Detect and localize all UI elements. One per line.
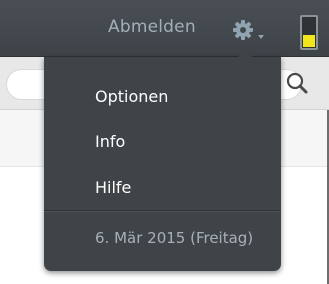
menu-item-options[interactable]: Optionen bbox=[95, 87, 168, 106]
gear-icon bbox=[233, 20, 264, 40]
current-date: 6. Mär 2015 (Freitag) bbox=[95, 229, 254, 247]
menu-caret bbox=[238, 50, 252, 57]
battery-level-fill bbox=[303, 35, 315, 47]
menu-divider bbox=[44, 210, 281, 212]
search-button[interactable] bbox=[285, 71, 309, 95]
settings-menu-button[interactable] bbox=[232, 19, 274, 45]
search-icon bbox=[286, 72, 308, 94]
battery-indicator bbox=[300, 15, 318, 50]
top-bar: Abmelden bbox=[0, 0, 329, 57]
logout-link[interactable]: Abmelden bbox=[108, 17, 196, 37]
menu-item-info[interactable]: Info bbox=[95, 132, 125, 151]
chevron-down-icon bbox=[258, 35, 264, 39]
settings-dropdown-menu: Optionen Info Hilfe 6. Mär 2015 (Freitag… bbox=[44, 50, 281, 271]
menu-item-help[interactable]: Hilfe bbox=[95, 178, 131, 197]
